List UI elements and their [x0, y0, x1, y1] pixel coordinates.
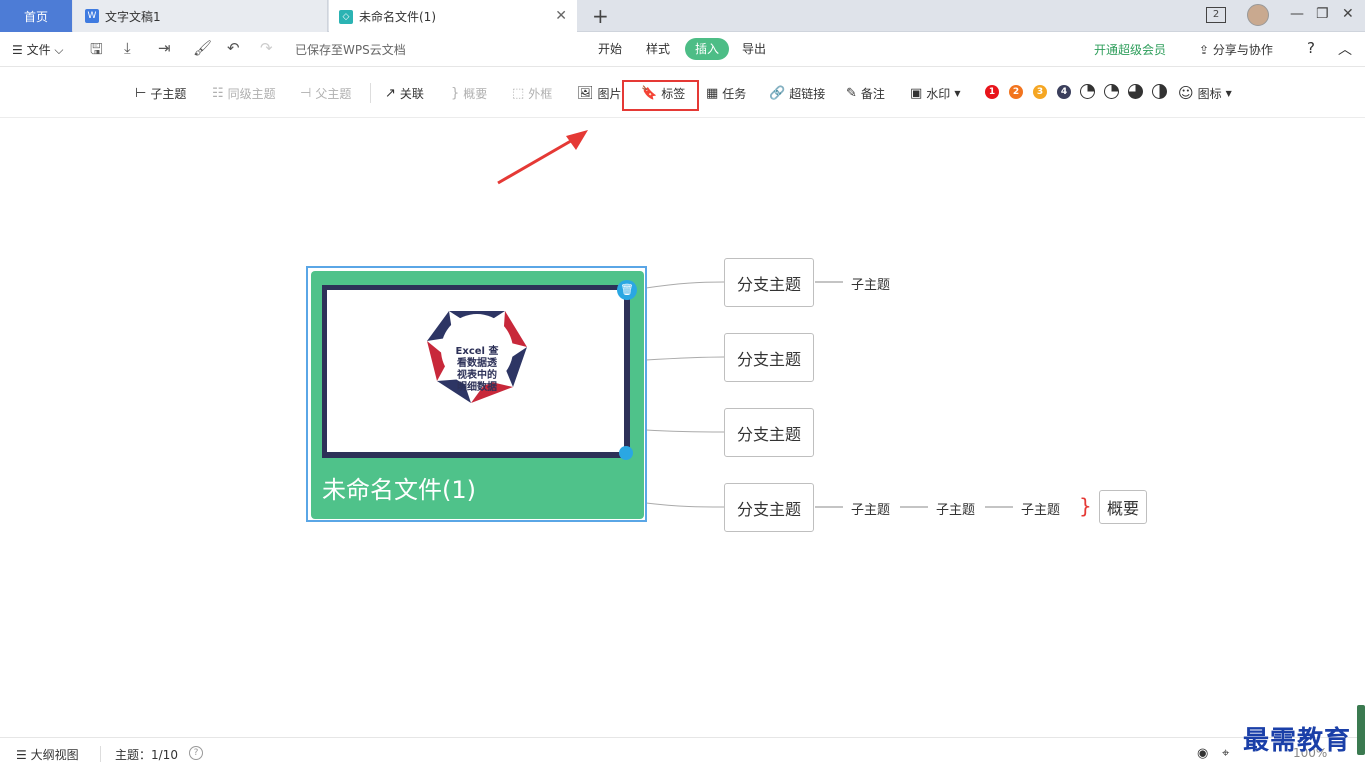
branch-topic-2[interactable]: 分支主题	[724, 333, 814, 382]
branch-topic-1[interactable]: 分支主题	[724, 258, 814, 307]
subtopic-4-3[interactable]: 子主题	[1021, 499, 1060, 518]
subtopic-4-2[interactable]: 子主题	[936, 499, 975, 518]
topic-count: 主题：1/10	[115, 748, 178, 762]
branch-topic-3[interactable]: 分支主题	[724, 408, 814, 457]
resize-handle[interactable]	[619, 446, 633, 460]
summary-topic[interactable]: 概要	[1099, 490, 1147, 524]
visibility-icon[interactable]: ◉	[1197, 746, 1208, 761]
outline-view-label: 大纲视图	[30, 748, 79, 762]
root-image-line-1: Excel 查	[455, 346, 499, 357]
subtopic-4-1[interactable]: 子主题	[851, 499, 890, 518]
root-image-line-4: 明细数据	[457, 382, 497, 393]
watermark-text: 最需教育	[1243, 726, 1352, 756]
root-topic-title[interactable]: 未命名文件(1)	[322, 470, 476, 505]
mindmap-connectors	[645, 281, 1013, 508]
status-bar: ☰ 大纲视图 主题：1/10 ? ◉ ⌖ 100%	[0, 737, 1365, 768]
topic-count-help-icon[interactable]: ?	[189, 746, 203, 760]
delete-image-icon[interactable]: 🗑	[617, 280, 637, 300]
branch-topic-4[interactable]: 分支主题	[724, 483, 814, 532]
locate-icon[interactable]: ⌖	[1222, 746, 1229, 761]
root-image-line-3: 视表中的	[457, 370, 497, 381]
summary-brace: }	[1079, 494, 1092, 518]
subtopic-1[interactable]: 子主题	[851, 274, 890, 293]
root-image-caption: Excel 查 看数据透 视表中的 明细数据	[447, 346, 507, 394]
side-panel-handle[interactable]	[1357, 705, 1365, 755]
status-divider	[100, 746, 101, 762]
root-topic-image[interactable]: Excel 查 看数据透 视表中的 明细数据	[322, 285, 630, 458]
outline-view-button[interactable]: ☰ 大纲视图	[16, 746, 79, 763]
root-image-line-2: 看数据透	[457, 358, 497, 369]
